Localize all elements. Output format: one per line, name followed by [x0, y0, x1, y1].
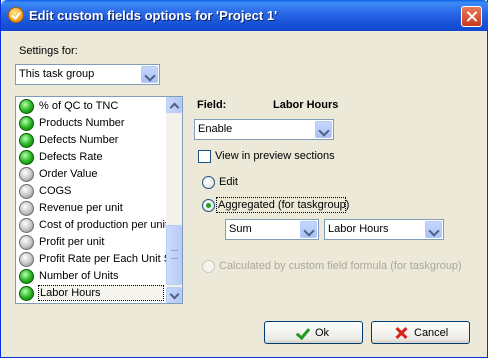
list-item[interactable]: % of QC to TNC — [17, 98, 165, 115]
close-button[interactable] — [461, 6, 482, 27]
chevron-down-icon[interactable] — [141, 66, 158, 83]
chevron-down-icon[interactable] — [425, 221, 442, 238]
app-icon — [8, 7, 24, 23]
window-title: Edit custom fields options for 'Project … — [29, 8, 278, 23]
chevron-down-icon[interactable] — [300, 221, 317, 238]
enable-value: Enable — [198, 123, 233, 135]
aggregate-function-value: Sum — [229, 223, 252, 235]
green-status-icon — [19, 286, 34, 301]
ok-button[interactable]: Ok — [264, 321, 363, 344]
scroll-thumb[interactable] — [166, 225, 182, 285]
field-name: Labor Hours — [273, 99, 339, 111]
green-status-icon — [19, 150, 34, 165]
green-status-icon — [19, 99, 34, 114]
chevron-down-icon[interactable] — [315, 121, 332, 138]
gray-status-icon — [19, 167, 34, 182]
close-icon — [394, 326, 408, 340]
list-item-label: Cost of production per unit — [39, 219, 167, 231]
list-item[interactable]: Products Number — [17, 115, 165, 132]
list-item-label: Labor Hours — [38, 285, 164, 301]
list-item-label: Profit per unit — [39, 236, 105, 248]
gray-status-icon — [19, 235, 34, 250]
green-status-icon — [19, 116, 34, 131]
formula-radio-label[interactable]: Calculated by custom field formula (for … — [219, 260, 462, 272]
gray-status-icon — [19, 218, 34, 233]
list-item-label: Products Number — [39, 117, 125, 129]
list-item-label: Revenue per unit — [39, 202, 123, 214]
green-status-icon — [19, 269, 34, 284]
settings-for-label: Settings for: — [19, 45, 78, 57]
field-label: Field: — [197, 99, 227, 111]
list-item[interactable]: Profit per unit — [17, 234, 165, 251]
list-item[interactable]: COGS — [17, 183, 165, 200]
list-item[interactable]: Defects Rate — [17, 149, 165, 166]
list-item-label: Defects Rate — [39, 151, 103, 163]
cancel-button[interactable]: Cancel — [371, 321, 470, 344]
list-item[interactable]: Number of Units — [17, 268, 165, 285]
formula-radio[interactable] — [202, 260, 215, 273]
dialog-window: Edit custom fields options for 'Project … — [0, 0, 488, 358]
view-in-preview-checkbox[interactable] — [198, 150, 211, 163]
enable-dropdown[interactable]: Enable — [194, 119, 334, 140]
list-item[interactable]: Cost of production per unit — [17, 217, 167, 234]
list-item[interactable]: Revenue per unit — [17, 200, 165, 217]
ok-button-label: Ok — [315, 327, 330, 339]
cancel-button-label: Cancel — [414, 327, 449, 339]
list-item-label: COGS — [39, 185, 72, 197]
gray-status-icon — [19, 184, 34, 199]
list-item[interactable]: Defects Number — [17, 132, 165, 149]
list-item[interactable]: Labor Hours — [17, 285, 165, 302]
aggregate-field-value: Labor Hours — [328, 223, 389, 235]
aggregated-radio-label[interactable]: Aggregated (for taskgroup) — [218, 199, 349, 211]
list-item-label: Defects Number — [39, 134, 119, 146]
list-scrollbar[interactable] — [166, 97, 182, 303]
list-item-label: % of QC to TNC — [39, 100, 119, 112]
list-item-label: Number of Units — [39, 270, 119, 282]
title-bar[interactable]: Edit custom fields options for 'Project … — [1, 0, 488, 31]
edit-radio[interactable] — [202, 176, 215, 189]
edit-radio-label[interactable]: Edit — [219, 176, 238, 188]
list-item-label: Order Value — [39, 168, 98, 180]
scroll-up-button[interactable] — [166, 97, 182, 113]
list-item-label: Profit Rate per Each Unit Sold — [39, 253, 167, 265]
gray-status-icon — [19, 252, 34, 267]
view-in-preview-label[interactable]: View in preview sections — [215, 150, 335, 162]
list-item[interactable]: Profit Rate per Each Unit Sold — [17, 251, 167, 268]
settings-for-value: This task group — [19, 68, 95, 80]
gray-status-icon — [19, 201, 34, 216]
custom-fields-list[interactable]: % of QC to TNC Products Number Defects Num… — [15, 96, 183, 304]
green-status-icon — [19, 133, 34, 148]
scroll-down-button[interactable] — [166, 287, 182, 303]
checkmark-icon — [295, 326, 309, 340]
list-item[interactable]: Order Value — [17, 166, 165, 183]
aggregated-radio[interactable] — [202, 199, 215, 212]
aggregate-field-dropdown[interactable]: Labor Hours — [324, 219, 444, 240]
aggregate-function-dropdown[interactable]: Sum — [225, 219, 319, 240]
settings-for-dropdown[interactable]: This task group — [15, 64, 160, 85]
